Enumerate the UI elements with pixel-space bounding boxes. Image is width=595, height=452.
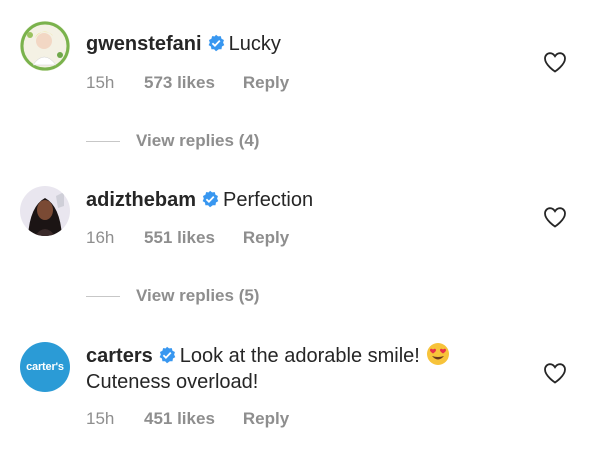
- divider-line: [86, 141, 120, 143]
- verified-badge-icon: [159, 346, 175, 364]
- reply-button[interactable]: Reply: [243, 228, 289, 247]
- view-replies-button[interactable]: View replies (4): [86, 131, 259, 151]
- avatar-carters[interactable]: carter's: [20, 342, 70, 392]
- like-heart-button[interactable]: [543, 206, 567, 228]
- heart-outline-icon: [544, 207, 566, 228]
- like-heart-button[interactable]: [543, 362, 567, 384]
- heart-outline-icon: [544, 363, 566, 384]
- avatar-image: [20, 186, 70, 236]
- comment-time: 15h: [86, 73, 115, 92]
- comment-text: Perfection: [223, 189, 314, 211]
- view-replies-button[interactable]: View replies (5): [86, 286, 259, 306]
- likes-count[interactable]: 551 likes: [144, 228, 215, 248]
- divider-line: [86, 296, 120, 298]
- comment-text: Lucky: [228, 33, 281, 55]
- avatar-gwenstefani[interactable]: [20, 21, 70, 71]
- heart-eyes-emoji: [426, 343, 449, 365]
- username[interactable]: gwenstefani: [86, 33, 202, 55]
- likes-count[interactable]: 451 likes: [144, 409, 215, 429]
- verified-badge-icon: [202, 190, 219, 208]
- heart-outline-icon: [544, 52, 566, 73]
- view-replies-label: View replies (5): [136, 286, 260, 305]
- comment-text: Look at the adorable smile!: [179, 345, 420, 367]
- likes-count[interactable]: 573 likes: [144, 73, 215, 93]
- username[interactable]: carters: [86, 345, 153, 367]
- comment-text-line2: Cuteness overload!: [86, 371, 259, 393]
- carters-logo: carter's: [26, 361, 64, 373]
- comment-time: 16h: [86, 228, 115, 247]
- reply-button[interactable]: Reply: [243, 409, 289, 428]
- username[interactable]: adizthebam: [86, 189, 196, 211]
- comment-meta: 16h 551 likes Reply: [86, 228, 289, 248]
- verified-badge-icon: [208, 34, 224, 52]
- avatar-image: [20, 21, 70, 71]
- view-replies-label: View replies (4): [136, 131, 260, 150]
- comment-meta: 15h 573 likes Reply: [86, 73, 289, 93]
- like-heart-button[interactable]: [543, 51, 567, 73]
- comment-time: 15h: [86, 409, 115, 428]
- comment-meta: 15h 451 likes Reply: [86, 409, 289, 429]
- reply-button[interactable]: Reply: [243, 73, 289, 92]
- avatar-adizthebam[interactable]: [20, 186, 70, 236]
